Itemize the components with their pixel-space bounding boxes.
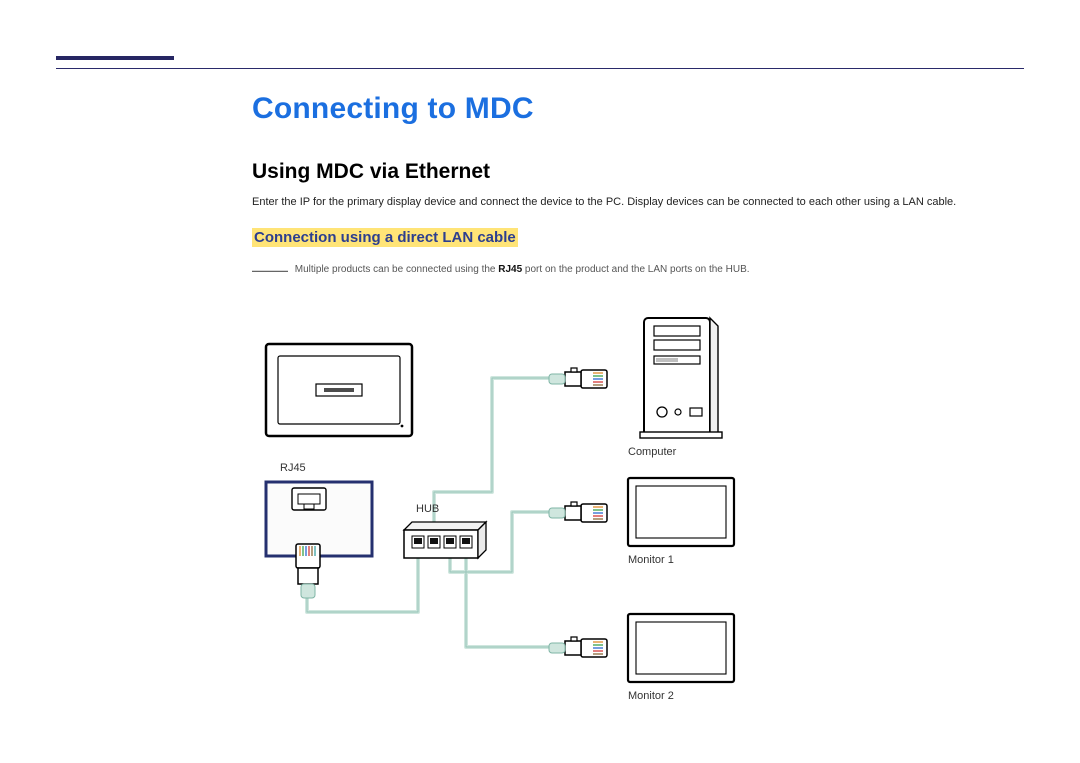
rj45-plug-monitor1-icon	[547, 498, 611, 528]
connection-diagram: RJ45 HUB Computer Monitor 1 Monitor 2	[252, 312, 1022, 742]
label-computer: Computer	[628, 446, 676, 458]
top-rule	[56, 68, 1024, 69]
note-line: ―― Multiple products can be connected us…	[252, 256, 1012, 285]
label-hub: HUB	[416, 503, 439, 515]
note-text-a: Multiple products can be connected using…	[295, 264, 498, 275]
label-monitor2: Monitor 2	[628, 690, 674, 702]
content-area: Connecting to MDC Using MDC via Ethernet…	[252, 92, 1012, 291]
computer-icon	[638, 312, 724, 442]
rj45-plug-icon	[288, 542, 328, 602]
label-monitor1: Monitor 1	[628, 554, 674, 566]
monitor1-icon	[626, 476, 736, 548]
subsection-heading: Connection using a direct LAN cable	[252, 229, 518, 246]
monitor2-icon	[626, 612, 736, 684]
highlighted-text: Connection using a direct LAN cable	[252, 228, 518, 247]
intro-paragraph: Enter the IP for the primary display dev…	[252, 194, 1012, 211]
rj45-plug-computer-icon	[547, 364, 611, 394]
note-dash: ――	[252, 260, 288, 280]
label-rj45: RJ45	[280, 462, 306, 474]
display-icon	[264, 342, 414, 438]
page: Connecting to MDC Using MDC via Ethernet…	[0, 0, 1080, 763]
section-heading: Using MDC via Ethernet	[252, 160, 1012, 184]
note-bold: RJ45	[498, 264, 522, 275]
page-title: Connecting to MDC	[252, 92, 1012, 126]
note-text-b: port on the product and the LAN ports on…	[522, 264, 749, 275]
accent-bar	[56, 56, 174, 60]
rj45-plug-monitor2-icon	[547, 633, 611, 663]
hub-icon	[400, 518, 488, 564]
